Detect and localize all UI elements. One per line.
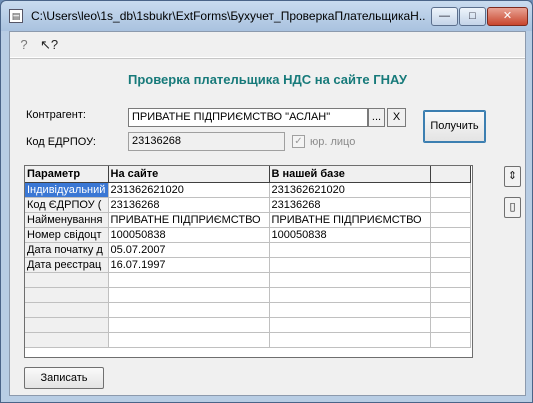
extra-cell[interactable] [430, 257, 471, 273]
parameter-cell[interactable]: Дата реєстрац [25, 257, 109, 273]
table-row[interactable] [25, 272, 471, 288]
get-button[interactable]: Получить [423, 110, 486, 143]
base-value-cell[interactable] [269, 272, 431, 288]
window-title: C:\Users\leo\1s_db\1sbukr\ExtForms\Бухуч… [31, 9, 426, 23]
extra-cell[interactable] [430, 242, 471, 258]
parameter-cell[interactable] [25, 302, 109, 318]
extra-cell[interactable] [430, 287, 471, 303]
counterparty-field[interactable]: ПРИВАТНЕ ПІДПРИЄМСТВО "АСЛАН" [128, 108, 368, 127]
help-icon[interactable]: ? [16, 37, 32, 53]
site-value-cell[interactable]: 23136268 [108, 197, 270, 213]
table-row[interactable] [25, 287, 471, 303]
maximize-button[interactable]: □ [459, 7, 486, 26]
extra-cell[interactable] [430, 332, 471, 348]
site-value-cell[interactable]: 05.07.2007 [108, 242, 270, 258]
extra-cell[interactable] [430, 272, 471, 288]
write-button[interactable]: Записать [24, 367, 104, 389]
title-bar[interactable]: ▤ C:\Users\leo\1s_db\1sbukr\ExtForms\Бух… [1, 1, 532, 31]
form-client-area: ? ↖? Проверка плательщика НДС на сайте Г… [9, 31, 526, 396]
table-row[interactable]: Дата початку д 05.07.2007 [25, 242, 471, 258]
site-value-cell[interactable]: ПРИВАТНЕ ПІДПРИЄМСТВО [108, 212, 270, 228]
legal-entity-label: юр. лицо [310, 136, 356, 148]
edrpou-label: Код ЕДРПОУ: [26, 136, 96, 148]
parameter-cell[interactable] [25, 332, 109, 348]
site-value-cell[interactable]: 100050838 [108, 227, 270, 243]
extra-cell[interactable] [430, 227, 471, 243]
table-row[interactable]: Індивідуальний 231362621020 231362621020 [25, 182, 471, 198]
parameter-cell[interactable] [25, 272, 109, 288]
site-value-cell[interactable] [108, 287, 270, 303]
parameter-cell[interactable]: Дата початку д [25, 242, 109, 258]
app-icon: ▤ [9, 9, 23, 23]
legal-entity-checkbox[interactable]: ✓ [292, 135, 305, 148]
parameter-cell[interactable] [25, 287, 109, 303]
grid-header-row: Параметр На сайте В нашей базе [25, 166, 471, 183]
parameter-cell[interactable]: Код ЄДРПОУ ( [25, 197, 109, 213]
table-row[interactable] [25, 332, 471, 348]
window: ▤ C:\Users\leo\1s_db\1sbukr\ExtForms\Бух… [0, 0, 533, 403]
minimize-button[interactable]: — [431, 7, 458, 26]
move-rows-button[interactable]: ⇕ [504, 166, 521, 187]
parameter-cell[interactable]: Найменування [25, 212, 109, 228]
extra-cell[interactable] [430, 212, 471, 228]
extra-cell[interactable] [430, 302, 471, 318]
base-value-cell[interactable] [269, 257, 431, 273]
base-value-cell[interactable]: 23136268 [269, 197, 431, 213]
table-row[interactable]: Дата реєстрац 16.07.1997 [25, 257, 471, 273]
base-value-cell[interactable]: 231362621020 [269, 182, 431, 198]
site-value-cell[interactable]: 231362621020 [108, 182, 270, 198]
base-value-cell[interactable] [269, 302, 431, 318]
base-value-cell[interactable] [269, 242, 431, 258]
site-value-cell[interactable] [108, 317, 270, 333]
column-header-on-site[interactable]: На сайте [108, 166, 270, 183]
table-row[interactable] [25, 317, 471, 333]
table-row[interactable]: Номер свідоцт 100050838 100050838 [25, 227, 471, 243]
base-value-cell[interactable] [269, 317, 431, 333]
toolbar: ? ↖? [10, 32, 525, 58]
extra-cell[interactable] [430, 317, 471, 333]
extra-cell[interactable] [430, 197, 471, 213]
site-value-cell[interactable]: 16.07.1997 [108, 257, 270, 273]
grid-vertical-scrollbar[interactable]: ▲ ▼ [472, 167, 473, 357]
site-value-cell[interactable] [108, 272, 270, 288]
column-header-in-our-base[interactable]: В нашей базе [269, 166, 431, 183]
column-header-parameter[interactable]: Параметр [25, 166, 109, 183]
site-value-cell[interactable] [108, 332, 270, 348]
whats-this-icon[interactable]: ↖? [40, 37, 58, 53]
settings-button[interactable]: ▯ [504, 197, 521, 218]
table-row[interactable] [25, 302, 471, 318]
base-value-cell[interactable] [269, 332, 431, 348]
parameter-cell[interactable] [25, 317, 109, 333]
site-value-cell[interactable] [108, 302, 270, 318]
table-row[interactable]: Код ЄДРПОУ (23136268 23136268 [25, 197, 471, 213]
comparison-grid[interactable]: Параметр На сайте В нашей базе Індивідуа… [24, 165, 473, 358]
edrpou-field[interactable]: 23136268 [128, 132, 285, 151]
base-value-cell[interactable]: 100050838 [269, 227, 431, 243]
grid-table: Параметр На сайте В нашей базе Індивідуа… [25, 166, 471, 348]
parameter-cell[interactable]: Номер свідоцт [25, 227, 109, 243]
counterparty-label: Контрагент: [26, 109, 86, 121]
base-value-cell[interactable] [269, 287, 431, 303]
extra-cell[interactable] [430, 182, 471, 198]
base-value-cell[interactable]: ПРИВАТНЕ ПІДПРИЄМСТВО [269, 212, 431, 228]
table-row[interactable]: Найменування ПРИВАТНЕ ПІДПРИЄМСТВО ПРИВАТН… [25, 212, 471, 228]
clear-counterparty-button[interactable]: X [387, 108, 406, 127]
form-title: Проверка плательщика НДС на сайте ГНАУ [128, 72, 407, 87]
close-button[interactable]: ✕ [487, 7, 528, 26]
select-counterparty-button[interactable]: ... [368, 108, 385, 127]
column-header-extra[interactable] [430, 166, 471, 183]
parameter-cell[interactable]: Індивідуальний [25, 182, 109, 198]
